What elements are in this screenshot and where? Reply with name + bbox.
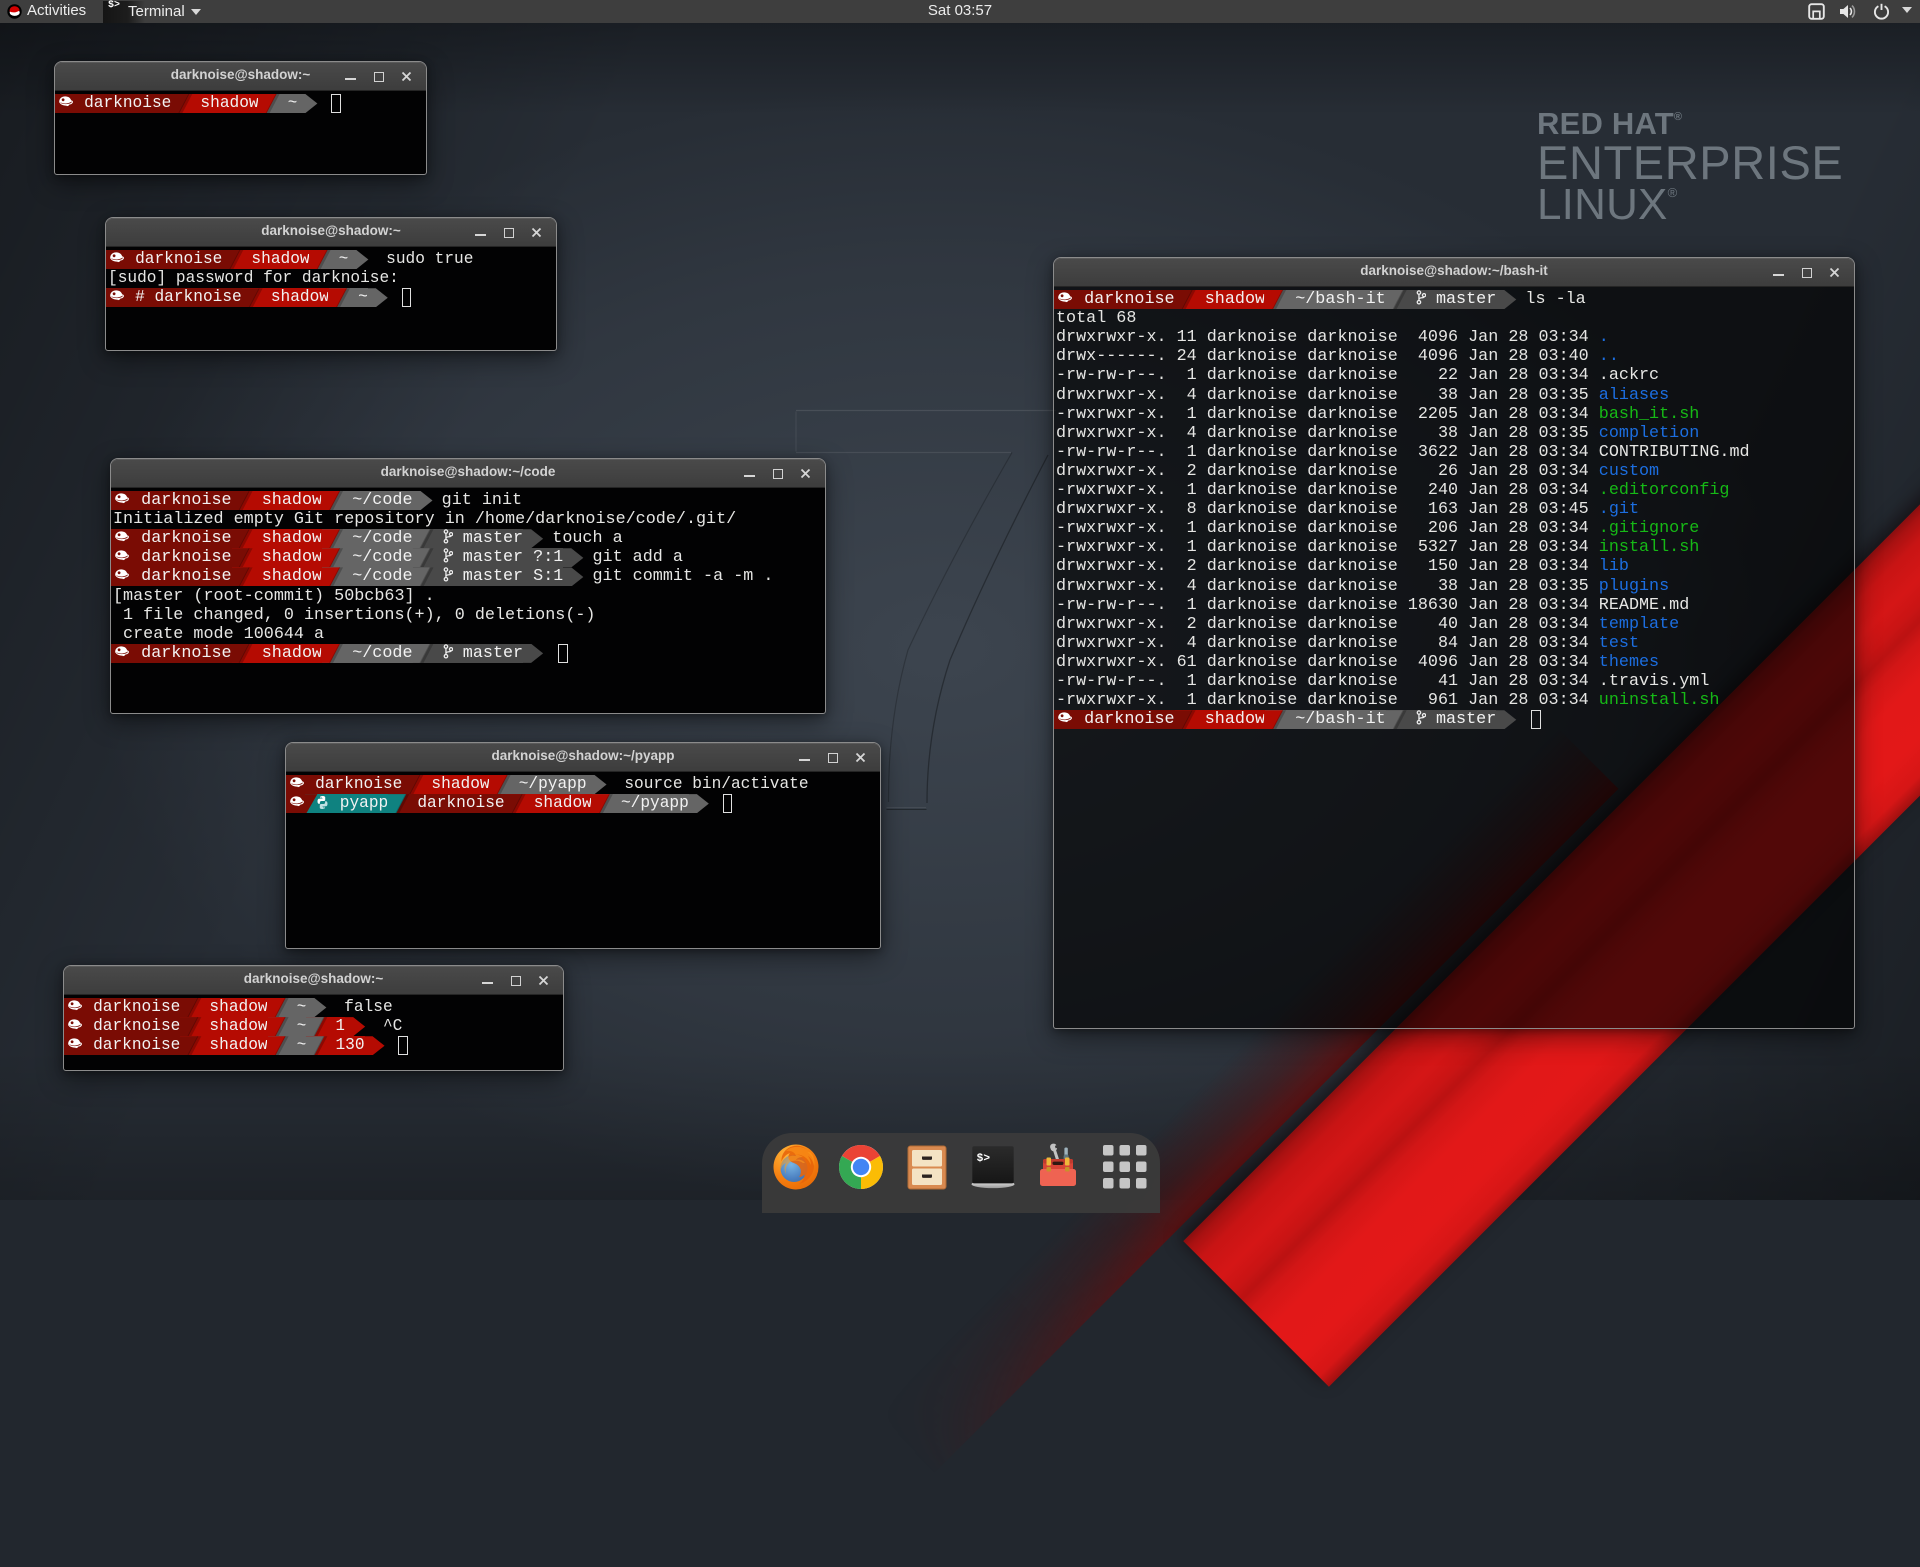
svg-text:$>: $> (977, 1153, 991, 1165)
